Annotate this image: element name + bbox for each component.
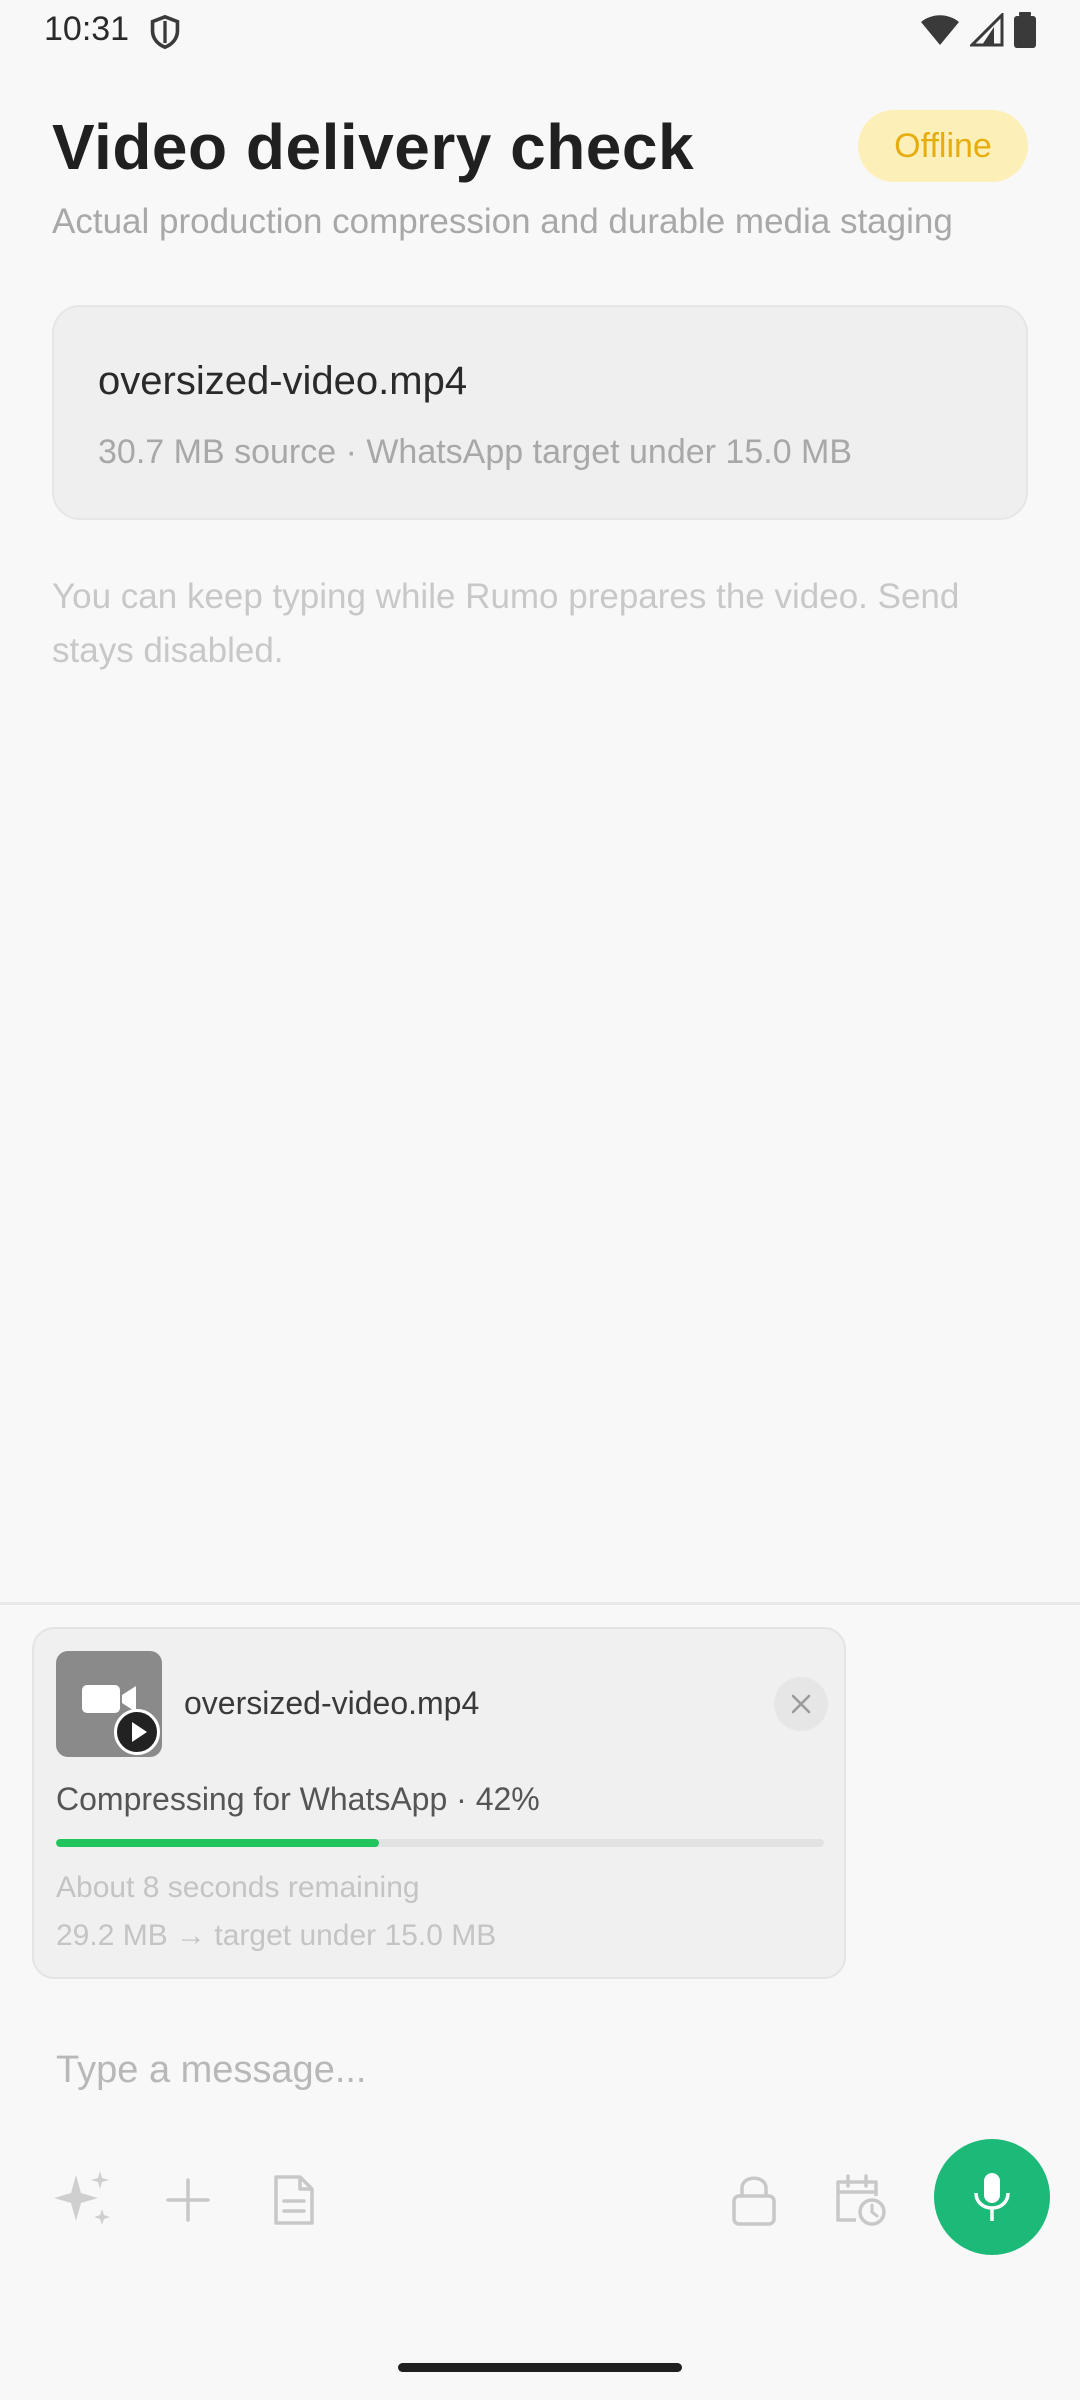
sparkles-icon [54,2171,110,2225]
home-indicator[interactable] [398,2363,682,2372]
size-target: 29.2 MB → target under 15.0 MB [56,1919,497,1952]
page-subtitle: Actual production compression and durabl… [52,202,953,241]
voice-record-button[interactable] [934,2139,1050,2255]
status-time: 10:31 [44,10,130,48]
schedule-button[interactable] [824,2164,896,2236]
attachment-name: oversized-video.mp4 [184,1685,480,1721]
source-file-name: oversized-video.mp4 [98,359,468,403]
document-button[interactable] [258,2164,330,2236]
status-icons [920,12,1036,48]
add-attachment-button[interactable] [152,2164,224,2236]
plus-icon [166,2178,210,2222]
time-remaining: About 8 seconds remaining [56,1871,420,1904]
compression-progress-bar [56,1839,824,1847]
source-file-meta: 30.7 MB source · WhatsApp target under 1… [98,433,853,471]
message-input[interactable] [56,2040,856,2100]
lock-button[interactable] [718,2164,790,2236]
lock-icon [732,2176,776,2226]
composer-divider [0,1602,1080,1605]
remove-attachment-button[interactable] [774,1677,828,1731]
typing-hint: You can keep typing while Rumo prepares … [52,577,960,670]
wifi-icon [921,15,959,45]
page-title: Video delivery check [52,111,695,183]
signal-icon [970,13,1004,47]
ai-assist-button[interactable] [48,2164,120,2236]
document-icon [274,2175,314,2225]
attachment-preview-card: oversized-video.mp4 Compressing for What… [32,1627,846,1979]
microphone-icon [974,2173,1010,2221]
close-icon [791,1694,811,1714]
play-icon [114,1709,160,1755]
shield-icon [150,14,180,50]
status-badge: Offline [858,110,1028,182]
video-thumbnail [56,1651,162,1757]
compression-status: Compressing for WhatsApp · 42% [56,1781,540,1817]
status-bar: 10:31 [0,0,1080,64]
compression-progress-fill [56,1839,379,1847]
calendar-clock-icon [836,2174,886,2226]
source-file-card: oversized-video.mp4 30.7 MB source · Wha… [52,305,1028,520]
battery-icon [1014,12,1036,48]
